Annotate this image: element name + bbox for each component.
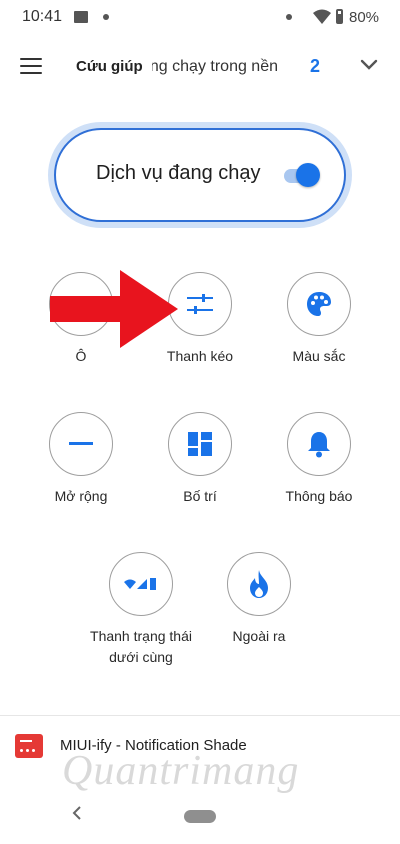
service-toggle-pill[interactable]: Dịch vụ đang chạy xyxy=(54,128,346,222)
top-bar: Cứu giúp Dịch vụ đang chạy trong nền 2 xyxy=(0,40,400,94)
service-label: Dịch vụ đang chạy xyxy=(96,162,261,184)
back-icon[interactable] xyxy=(70,805,84,821)
option-layout[interactable]: Bố trí xyxy=(145,412,255,507)
option-label: Ngoài ra xyxy=(232,628,286,644)
tab-count-badge[interactable]: 2 xyxy=(310,56,320,77)
hamburger-menu-icon[interactable] xyxy=(20,58,42,74)
notification-dot-icon xyxy=(286,14,292,20)
home-pill[interactable] xyxy=(184,810,216,823)
divider xyxy=(0,715,400,716)
sliders-icon xyxy=(187,294,213,314)
tab-help[interactable]: Cứu giúp xyxy=(76,58,143,75)
chevron-down-icon[interactable] xyxy=(360,56,378,74)
image-notification-icon xyxy=(74,11,88,23)
option-label: Thông báo xyxy=(285,488,353,504)
layout-grid-icon xyxy=(188,432,212,456)
option-circle[interactable] xyxy=(287,412,351,476)
status-bar: 10:41 80% xyxy=(0,0,400,34)
option-circle[interactable] xyxy=(287,272,351,336)
option-circle[interactable] xyxy=(227,552,291,616)
bell-icon xyxy=(308,432,330,458)
option-circle[interactable] xyxy=(49,412,113,476)
red-arrow-annotation xyxy=(50,270,178,348)
status-time: 10:41 xyxy=(22,8,63,25)
option-circle[interactable] xyxy=(168,412,232,476)
option-expand[interactable]: Mở rộng xyxy=(26,412,136,507)
option-extras[interactable]: Ngoài ra xyxy=(204,552,314,647)
watermark: Quantrimang xyxy=(62,748,300,794)
switch-knob xyxy=(296,163,320,187)
service-switch[interactable] xyxy=(280,163,320,189)
option-label: Màu sắc xyxy=(292,348,346,364)
option-label: Bố trí xyxy=(183,488,217,504)
option-bottom-status-bar[interactable]: Thanh trạng thái dưới cùng xyxy=(85,552,197,668)
notification-dot-icon xyxy=(103,14,109,20)
flame-icon xyxy=(250,570,268,598)
option-colors[interactable]: Màu sắc xyxy=(264,272,374,367)
service-toggle-card[interactable]: Dịch vụ đang chạy xyxy=(48,122,352,228)
minus-icon xyxy=(69,442,93,445)
option-circle[interactable] xyxy=(109,552,173,616)
wifi-icon xyxy=(313,9,331,24)
battery-icon xyxy=(336,9,343,24)
app-notification-icon xyxy=(15,734,43,758)
status-bar-icon xyxy=(124,578,156,590)
tab-background-services[interactable]: Dịch vụ đang chạy trong nền xyxy=(152,58,278,76)
battery-percent: 80% xyxy=(349,9,380,26)
option-label: Mở rộng xyxy=(54,488,108,504)
option-notifications[interactable]: Thông báo xyxy=(264,412,374,507)
palette-icon xyxy=(307,292,331,316)
option-label: Thanh trạng thái dưới cùng xyxy=(90,628,192,665)
